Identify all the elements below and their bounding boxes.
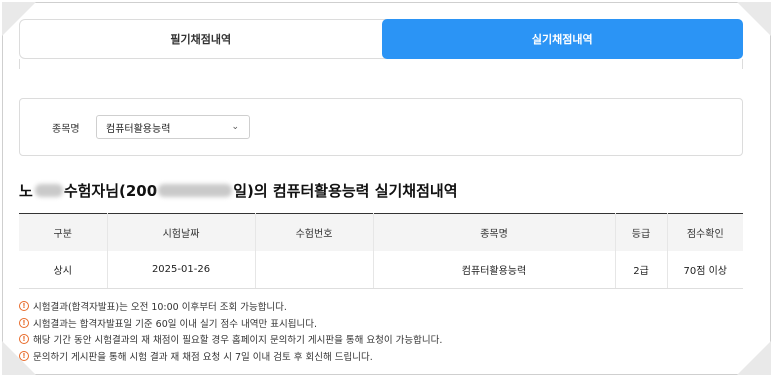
list-item: ! 시험결과(합격자발표)는 오전 10:00 이후부터 조회 가능합니다. [19,298,743,315]
info-icon: ! [19,317,29,328]
chevron-down-icon: ⌄ [231,122,239,132]
cell-exam-date: 2025-01-26 [106,250,255,289]
cell-grade: 2급 [614,250,667,289]
column-header: 구분 [53,228,72,240]
column-header: 점수확인 [666,213,743,251]
title-suffix: 일)의 컴퓨터활용능력 실기채점내역 [233,181,458,200]
list-item: ! 해당 기간 동안 시험결과의 재 채점이 필요할 경우 홈페이지 문의하기 … [19,331,743,348]
subject-select-value: 컴퓨터활용능력 [106,123,171,135]
info-icon: ! [19,334,29,345]
redacted-name [34,183,63,197]
notice-text: 시험결과는 합격자발표일 기준 60일 이내 실기 점수 내역만 표시됩니다. [33,318,317,330]
title-name-suffix: 수험자님(200 [63,181,158,200]
info-icon: ! [19,301,29,312]
subject-filter-label: 종목명 [52,123,80,135]
info-icon: ! [19,350,29,361]
list-item: ! 시험결과는 합격자발표일 기준 60일 이내 실기 점수 내역만 표시됩니다… [19,315,743,332]
notice-text: 시험결과(합격자발표)는 오전 10:00 이후부터 조회 가능합니다. [33,302,287,314]
subject-select[interactable]: 컴퓨터활용능력 ⌄ [96,115,250,139]
cell-subject: 컴퓨터활용능력 [372,250,615,289]
scoring-results-table: 구분 시험날짜 수험번호 종목명 등급 점수확인 상시 2025-01-26 컴… [19,213,743,289]
title-name-prefix: 노 [19,181,33,200]
tab-panel-edge [19,59,743,69]
column-header: 시험날짜 [106,213,255,251]
cell-score-check: 70점 이상 [666,250,743,289]
column-header: 종목명 [372,213,615,251]
column-header: 수험번호 [254,213,373,251]
tab-practical-scoring[interactable]: 실기채점내역 [381,19,743,59]
result-tabs: 필기채점내역 실기채점내역 [19,19,743,59]
table-row: 상시 2025-01-26 컴퓨터활용능력 2급 70점 이상 [19,250,743,289]
page-title: 노 수험자님(200 일)의 컴퓨터활용능력 실기채점내역 [19,178,458,202]
tab-written-scoring[interactable]: 필기채점내역 [20,20,382,58]
notice-text: 문의하기 게시판을 통해 시험 결과 재 채점 요청 시 7일 이내 검토 후 … [33,351,373,363]
table-header-row: 구분 시험날짜 수험번호 종목명 등급 점수확인 [19,213,743,251]
list-item: ! 문의하기 게시판을 통해 시험 결과 재 채점 요청 시 7일 이내 검토 … [19,348,743,365]
notice-text: 해당 기간 동안 시험결과의 재 채점이 필요할 경우 홈페이지 문의하기 게시… [33,335,443,347]
cell-category: 상시 [19,250,107,289]
filter-panel: 종목명 컴퓨터활용능력 ⌄ [19,98,743,156]
notice-list: ! 시험결과(합격자발표)는 오전 10:00 이후부터 조회 가능합니다. !… [19,298,743,364]
cell-exam-number [254,250,373,289]
redacted-birthdate [158,183,233,197]
column-header: 등급 [614,213,667,251]
